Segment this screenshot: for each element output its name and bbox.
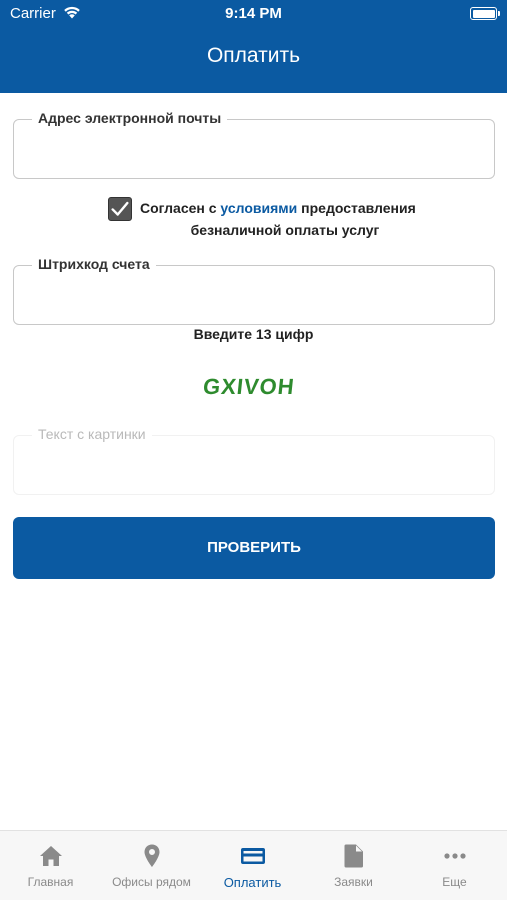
agreement-prefix: Согласен с [140,200,221,216]
barcode-input[interactable] [26,284,482,310]
captcha-input[interactable] [26,454,482,480]
tab-offices-label: Офисы рядом [112,875,191,889]
barcode-field[interactable]: Штрихкод счета [13,256,495,325]
status-bar: Carrier 9:14 PM [0,0,507,28]
more-icon [444,853,466,859]
tab-more-label: Еще [442,875,467,889]
agreement-suffix: предоставления [297,200,416,216]
checkmark-icon [111,201,129,216]
email-input[interactable] [26,138,482,164]
battery-icon [470,7,500,20]
tab-home-label: Главная [27,875,74,889]
captcha-text: GXIVOH [203,374,296,399]
location-pin-icon [144,844,160,867]
email-field-label: Адрес электронной почты [32,110,228,126]
clock: 9:14 PM [225,5,282,22]
tab-home[interactable]: Главная [0,831,101,900]
credit-card-icon [241,848,265,864]
tab-bar: Главная Офисы рядом Оплатить Заявки Еще [0,830,507,900]
terms-link[interactable]: условиями [220,200,297,216]
tab-pay[interactable]: Оплатить [202,831,303,900]
barcode-hint: Введите 13 цифр [193,326,314,342]
verify-button[interactable]: ПРОВЕРИТЬ [13,517,495,579]
agreement-text: Согласен с условиями предоставления безн… [140,197,430,241]
email-field[interactable]: Адрес электронной почты [13,110,495,179]
tab-more[interactable]: Еще [404,831,505,900]
agreement-line2: безналичной оплаты услуг [190,222,380,238]
page-title: Оплатить [206,44,301,67]
tab-requests[interactable]: Заявки [303,831,404,900]
agreement-checkbox[interactable] [108,197,132,221]
home-icon [40,846,62,866]
tab-pay-label: Оплатить [223,875,282,890]
tab-requests-label: Заявки [334,875,373,889]
app-header: Carrier 9:14 PM Оплатить [0,0,507,93]
barcode-field-label: Штрихкод счета [32,256,156,272]
captcha-field-label: Текст с картинки [32,426,152,442]
captcha-field[interactable]: Текст с картинки [13,426,495,495]
document-icon [344,844,363,868]
captcha-image: GXIVOH [203,374,296,399]
tab-offices[interactable]: Офисы рядом [101,831,202,900]
